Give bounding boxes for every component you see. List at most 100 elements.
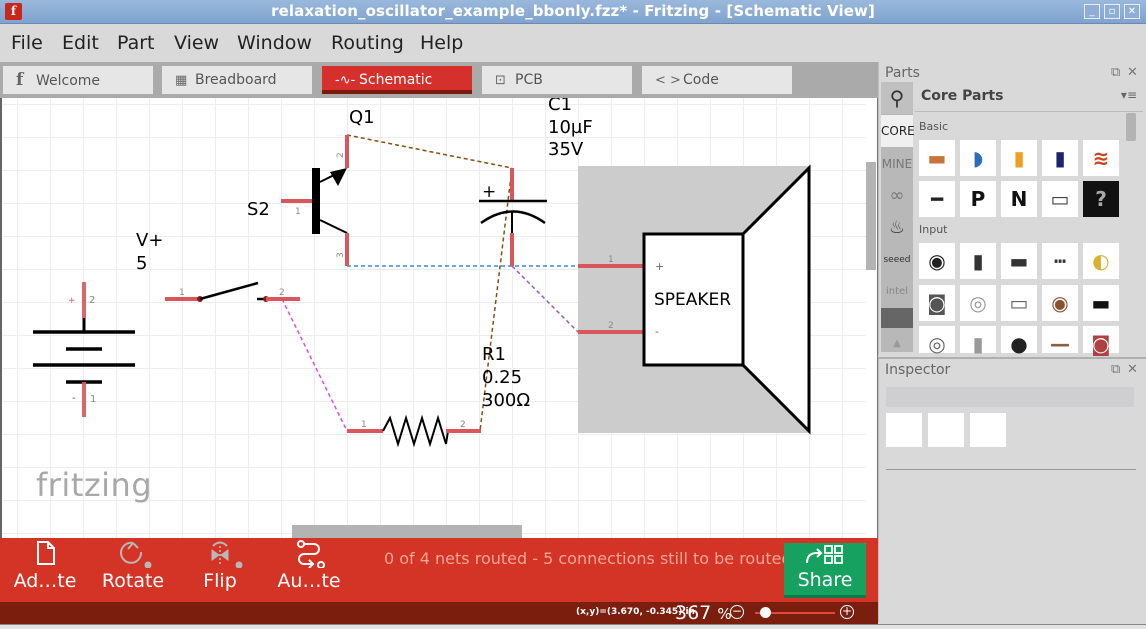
menu-view[interactable]: View bbox=[174, 32, 219, 54]
bin-header: Core Parts ▾≡ bbox=[915, 82, 1143, 112]
autoroute-button[interactable]: Au…te bbox=[276, 538, 342, 602]
part-button-smd[interactable]: ▭ bbox=[1001, 285, 1037, 321]
part-rotary-encoder[interactable]: ◙ bbox=[919, 285, 955, 321]
speaker-pin-label: 1 bbox=[608, 255, 614, 265]
menu-file[interactable]: File bbox=[11, 32, 43, 54]
parts-scrollbar-thumb[interactable] bbox=[1126, 113, 1136, 141]
close-panel-icon[interactable]: ✕ bbox=[1127, 362, 1138, 377]
part-piezo[interactable]: ◐ bbox=[1083, 243, 1119, 279]
transistor-pin-label: 2 bbox=[336, 152, 346, 158]
status-bar: (x,y)=(3.670, -0.345) in 367 % − + bbox=[0, 602, 878, 624]
section-label: Basic bbox=[919, 120, 949, 133]
tab-schematic[interactable]: -∿- Schematic bbox=[322, 66, 472, 94]
zoom-slider-handle[interactable] bbox=[760, 607, 771, 618]
header-strip-icon: ┅ bbox=[1053, 249, 1067, 273]
part-photocell[interactable]: ◙ bbox=[1083, 326, 1119, 356]
part-slide-switch[interactable]: ▬ bbox=[1083, 285, 1119, 321]
pnp-transistor-icon: P bbox=[970, 187, 986, 211]
inductor-icon: ≋ bbox=[1092, 146, 1110, 170]
share-button[interactable]: Share bbox=[784, 543, 866, 598]
search-icon: ⚲ bbox=[889, 86, 905, 110]
part-mystery-part[interactable]: ? bbox=[1083, 181, 1119, 217]
bin-menu-icon[interactable]: ▾≡ bbox=[1121, 88, 1137, 102]
inspector-schematic-preview bbox=[928, 413, 964, 447]
zoom-in-button[interactable]: + bbox=[840, 605, 854, 619]
capacitor-polarity: + bbox=[482, 182, 496, 202]
fritzing-window: f relaxation_oscillator_example_bbonly.f… bbox=[0, 0, 1146, 629]
part-microphone[interactable]: ● bbox=[1001, 326, 1037, 356]
tool-label: Rotate bbox=[101, 570, 165, 592]
flip-button[interactable]: Flip bbox=[192, 538, 248, 602]
resistor-pin-label: 1 bbox=[361, 420, 367, 430]
menu-routing[interactable]: Routing bbox=[331, 32, 404, 54]
resistor-power: 0.25 bbox=[482, 367, 522, 388]
part-header-strip[interactable]: ┅ bbox=[1042, 243, 1078, 279]
part-pnp-transistor[interactable]: P bbox=[960, 181, 996, 217]
undock-icon[interactable]: ⧉ bbox=[1111, 362, 1120, 377]
ratsnest-wire[interactable] bbox=[346, 134, 513, 169]
inspector-panel-title: Inspector bbox=[885, 362, 951, 378]
bin-scroll-up-icon[interactable]: ▲ bbox=[881, 328, 913, 352]
part-potentiometer[interactable]: ◉ bbox=[919, 243, 955, 279]
part-inductor[interactable]: ≋ bbox=[1083, 140, 1119, 176]
ratsnest-wire[interactable] bbox=[511, 265, 579, 333]
npn-transistor-icon: N bbox=[1010, 187, 1028, 211]
close-button[interactable]: ✕ bbox=[1124, 4, 1140, 19]
bin-mine[interactable]: MINE bbox=[881, 148, 913, 180]
part-wire[interactable]: — bbox=[1042, 326, 1078, 356]
bin-core[interactable]: CORE bbox=[881, 115, 915, 147]
part-npn-transistor[interactable]: N bbox=[1001, 181, 1037, 217]
window-title: relaxation_oscillator_example_bbonly.fzz… bbox=[271, 2, 875, 20]
bin-sparkfun[interactable]: ♨ bbox=[881, 212, 913, 244]
tab-pcb[interactable]: ⊡ PCB bbox=[482, 66, 632, 94]
resistor-symbol-icon: -∿- bbox=[335, 73, 356, 88]
schematic-canvas[interactable]: + 2 - 1 V+ 5 1 2 Q1 S2 1 2 3 + C1 10µF 3… bbox=[0, 98, 868, 538]
bin-search[interactable]: ⚲ bbox=[881, 82, 913, 114]
part-ceramic-capacitor[interactable]: ◗ bbox=[960, 140, 996, 176]
button-smd-icon: ▭ bbox=[1009, 291, 1029, 315]
inspector-title-field bbox=[886, 387, 1134, 407]
part-electrolytic-capacitor[interactable]: ▮ bbox=[1042, 140, 1078, 176]
battery-label: V+ bbox=[136, 230, 163, 251]
horizontal-scrollbar-thumb[interactable] bbox=[292, 525, 522, 538]
part-rotary-potentiometer[interactable]: ▬ bbox=[1001, 243, 1037, 279]
bin-intel[interactable]: intel bbox=[881, 276, 913, 308]
transistor-base-net-label: S2 bbox=[247, 199, 270, 220]
bin-list: ⚲ CORE MINE ∞ ♨ seeed intel ▲ bbox=[881, 82, 915, 352]
battery-minus-sign: - bbox=[72, 393, 76, 404]
tab-breadboard[interactable]: ▦ Breadboard bbox=[162, 66, 312, 94]
zoom-out-button[interactable]: − bbox=[730, 605, 744, 619]
bin-seeed[interactable]: seeed bbox=[881, 244, 913, 276]
part-dip-rotary-switch[interactable]: ◎ bbox=[960, 285, 996, 321]
resistor-pin-label: 2 bbox=[460, 420, 466, 430]
battery-symbol[interactable] bbox=[33, 282, 135, 417]
part-pushbutton[interactable]: ◉ bbox=[1042, 285, 1078, 321]
part-resistor[interactable]: ▬ bbox=[919, 140, 955, 176]
menu-help[interactable]: Help bbox=[420, 32, 463, 54]
undock-icon[interactable]: ⧉ bbox=[1111, 65, 1120, 80]
menu-part[interactable]: Part bbox=[117, 32, 155, 54]
menu-edit[interactable]: Edit bbox=[62, 32, 99, 54]
close-panel-icon[interactable]: ✕ bbox=[1127, 65, 1138, 80]
minimize-button[interactable]: _ bbox=[1084, 4, 1100, 19]
resistor-value: 300Ω bbox=[482, 390, 530, 411]
bin-arduino[interactable]: ∞ bbox=[881, 180, 913, 212]
ratsnest-wire[interactable] bbox=[281, 298, 348, 432]
part-knob-pot[interactable]: ◎ bbox=[919, 326, 955, 356]
part-tilt-switch[interactable]: ▮ bbox=[960, 326, 996, 356]
part-fet[interactable]: ▭ bbox=[1042, 181, 1078, 217]
speaker-plus-sign: + bbox=[655, 260, 664, 273]
battery-pin-label: 1 bbox=[90, 394, 96, 405]
part-diode[interactable]: ━ bbox=[919, 181, 955, 217]
maximize-button[interactable]: ▫ bbox=[1104, 4, 1120, 19]
vertical-scrollbar-thumb[interactable] bbox=[866, 162, 876, 270]
transistor-pin-label: 1 bbox=[295, 207, 301, 217]
add-note-button[interactable]: Ad…te bbox=[10, 538, 80, 602]
tab-welcome[interactable]: f Welcome bbox=[3, 66, 153, 94]
rotate-button[interactable]: Rotate bbox=[98, 538, 168, 602]
menu-window[interactable]: Window bbox=[237, 32, 312, 54]
tab-code[interactable]: < > Code bbox=[642, 66, 792, 94]
part-tantalum-capacitor[interactable]: ▮ bbox=[1001, 140, 1037, 176]
bin-more[interactable] bbox=[881, 308, 913, 328]
part-slide-potentiometer[interactable]: ▮ bbox=[960, 243, 996, 279]
